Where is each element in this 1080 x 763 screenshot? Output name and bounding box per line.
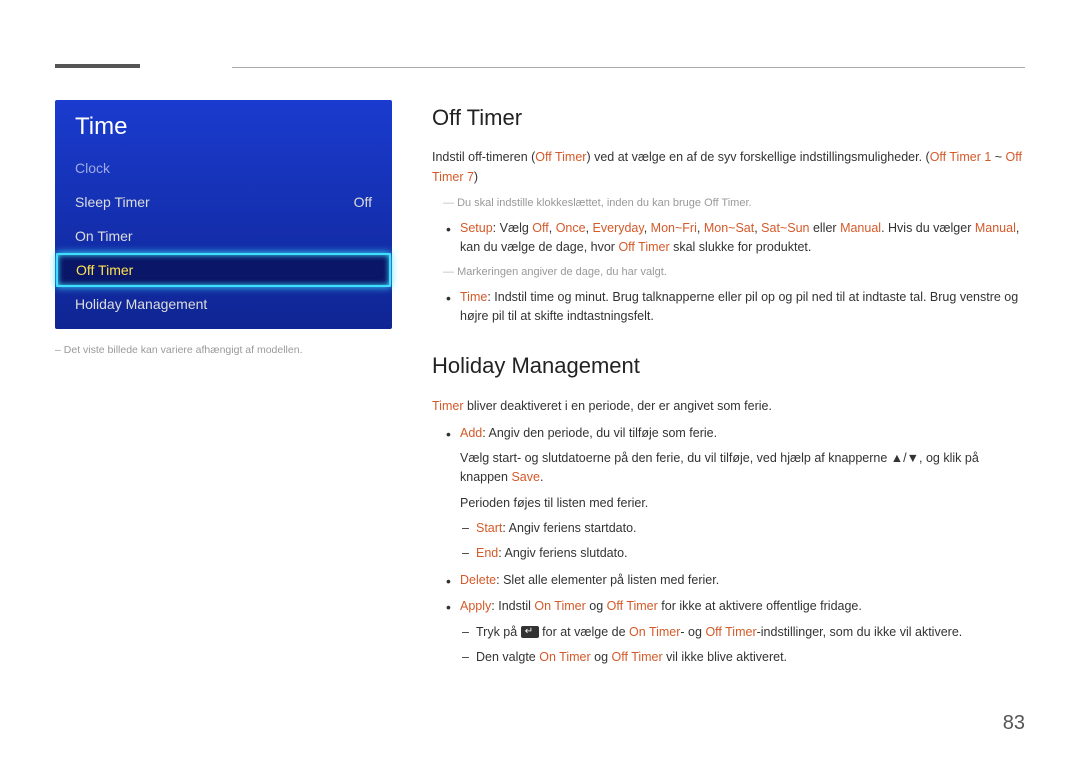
menu-item-on-timer[interactable]: On Timer xyxy=(55,219,392,253)
menu-item-value: Off xyxy=(354,194,372,210)
menu-item-sleep-timer[interactable]: Sleep Timer Off xyxy=(55,185,392,219)
menu-item-off-timer[interactable]: Off Timer xyxy=(56,253,391,287)
bullet-apply: Apply: Indstil On Timer og Off Timer for… xyxy=(460,597,1025,667)
header-divider xyxy=(232,67,1025,68)
note-clock-required: Du skal indstille klokkeslættet, inden d… xyxy=(460,195,1025,213)
menu-item-label: Clock xyxy=(75,160,110,176)
page-number: 83 xyxy=(1003,712,1025,735)
bullet-setup: Setup: Vælg Off, Once, Everyday, Mon~Fri… xyxy=(460,219,1025,281)
section-heading-holiday: Holiday Management xyxy=(432,348,1025,383)
enter-icon xyxy=(521,626,539,638)
section-heading-off-timer: Off Timer xyxy=(432,100,1025,135)
dash-selected: Den valgte On Timer og Off Timer vil ikk… xyxy=(476,648,1025,667)
content-column: Off Timer Indstil off-timeren (Off Timer… xyxy=(432,100,1025,674)
menu-item-label: Holiday Management xyxy=(75,296,207,312)
dash-start: Start: Angiv feriens startdato. xyxy=(476,519,1025,538)
dash-press: Tryk på for at vælge de On Timer- og Off… xyxy=(476,623,1025,642)
menu-column: Time Clock Sleep Timer Off On Timer Off … xyxy=(55,100,392,674)
note-days-mark: Markeringen angiver de dage, du har valg… xyxy=(460,264,1025,281)
holiday-intro: Timer bliver deaktiveret i en periode, d… xyxy=(432,396,1025,416)
bullet-add: Add: Angiv den periode, du vil tilføje s… xyxy=(460,424,1025,564)
menu-title: Time xyxy=(55,100,392,151)
time-menu-panel: Time Clock Sleep Timer Off On Timer Off … xyxy=(55,100,392,329)
image-caption: – Det viste billede kan variere afhængig… xyxy=(55,343,392,359)
header-accent-bar xyxy=(55,64,140,68)
menu-item-label: On Timer xyxy=(75,228,133,244)
dash-end: End: Angiv feriens slutdato. xyxy=(476,544,1025,563)
bullet-delete: Delete: Slet alle elementer på listen me… xyxy=(460,571,1025,590)
bullet-time: Time: Indstil time og minut. Brug talkna… xyxy=(460,288,1025,327)
menu-item-holiday-management[interactable]: Holiday Management xyxy=(55,287,392,321)
off-timer-intro: Indstil off-timeren (Off Timer) ved at v… xyxy=(432,147,1025,187)
menu-item-clock[interactable]: Clock xyxy=(55,151,392,185)
menu-item-label: Sleep Timer xyxy=(75,194,150,210)
menu-item-label: Off Timer xyxy=(76,262,133,278)
